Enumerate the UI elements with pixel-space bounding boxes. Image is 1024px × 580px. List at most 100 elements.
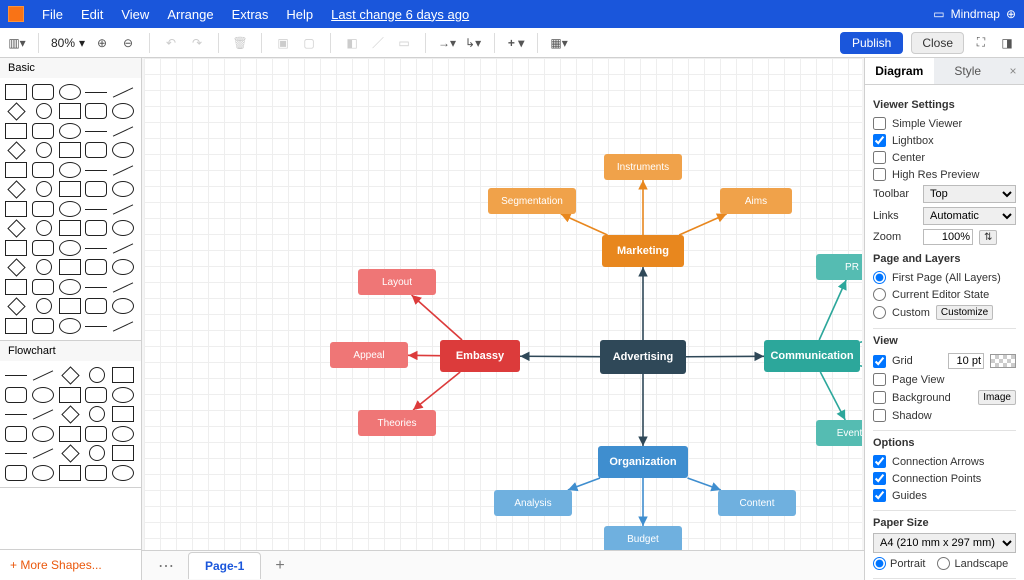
shape-basic-5[interactable] (8, 102, 26, 120)
shape-basic-41[interactable] (32, 240, 54, 256)
current-editor-radio[interactable]: Current Editor State (873, 286, 1016, 303)
shape-flow-15[interactable] (5, 426, 27, 442)
node-budget[interactable]: Budget (604, 526, 682, 550)
publish-button[interactable]: Publish (840, 32, 903, 54)
shape-basic-22[interactable] (59, 162, 81, 178)
shape-basic-32[interactable] (59, 201, 81, 217)
shape-basic-0[interactable] (5, 84, 27, 100)
shape-basic-16[interactable] (36, 142, 52, 158)
shape-basic-17[interactable] (59, 142, 81, 158)
table-icon[interactable]: ▦▾ (550, 34, 568, 52)
fullscreen-icon[interactable]: ⛶ (972, 34, 990, 52)
shape-basic-60[interactable] (5, 318, 27, 334)
shape-basic-36[interactable] (36, 220, 52, 236)
node-appeal[interactable]: Appeal (330, 342, 408, 368)
close-panel-icon[interactable]: × (1002, 58, 1024, 84)
shape-basic-57[interactable] (59, 298, 81, 314)
zoom-stepper[interactable]: ⇅ (979, 230, 997, 245)
shape-basic-7[interactable] (59, 103, 81, 119)
shape-basic-47[interactable] (59, 259, 81, 275)
insert-icon[interactable]: + ▾ (507, 34, 525, 52)
document-name[interactable]: ▭ Mindmap ⊕ (933, 7, 1016, 21)
zoom-in-icon[interactable]: ⊕ (93, 34, 111, 52)
canvas[interactable]: AdvertisingMarketingInstrumentsSegmentat… (144, 58, 862, 550)
shape-basic-63[interactable] (85, 326, 107, 327)
menu-arrange[interactable]: Arrange (167, 7, 213, 22)
shape-basic-55[interactable] (8, 297, 26, 315)
shape-basic-2[interactable] (59, 84, 81, 100)
lightbox-checkbox[interactable]: Lightbox (873, 132, 1016, 149)
zoom-out-icon[interactable]: ⊖ (119, 34, 137, 52)
shape-basic-24[interactable] (112, 162, 134, 178)
node-advertising[interactable]: Advertising (600, 340, 686, 374)
shape-basic-54[interactable] (112, 279, 134, 295)
shape-flow-13[interactable] (89, 406, 105, 422)
shape-flow-11[interactable] (32, 406, 54, 422)
shape-basic-52[interactable] (59, 279, 81, 295)
shape-basic-39[interactable] (112, 220, 134, 236)
palette-basic-header[interactable]: Basic (0, 58, 141, 78)
shape-flow-24[interactable] (112, 445, 134, 461)
shape-basic-14[interactable] (112, 123, 134, 139)
shape-flow-2[interactable] (61, 366, 79, 384)
node-theories[interactable]: Theories (358, 410, 436, 436)
last-change-link[interactable]: Last change 6 days ago (331, 7, 469, 22)
undo-icon[interactable]: ↶ (162, 34, 180, 52)
shape-basic-12[interactable] (59, 123, 81, 139)
shape-flow-0[interactable] (5, 375, 27, 376)
shape-basic-29[interactable] (112, 181, 134, 197)
background-checkbox[interactable]: Background (873, 391, 972, 404)
shape-flow-7[interactable] (59, 387, 81, 403)
shape-basic-15[interactable] (8, 141, 26, 159)
connection-icon[interactable]: →▾ (438, 34, 456, 52)
shape-basic-50[interactable] (5, 279, 27, 295)
shape-flow-17[interactable] (59, 426, 81, 442)
shape-basic-44[interactable] (112, 240, 134, 256)
first-page-radio[interactable]: First Page (All Layers) (873, 269, 1016, 286)
delete-icon[interactable]: 🗑 (231, 34, 249, 52)
node-events[interactable]: Events (816, 420, 862, 446)
menu-view[interactable]: View (121, 7, 149, 22)
shape-basic-45[interactable] (8, 258, 26, 276)
node-content[interactable]: Content (718, 490, 796, 516)
shape-basic-59[interactable] (112, 298, 134, 314)
menu-edit[interactable]: Edit (81, 7, 103, 22)
line-color-icon[interactable]: ／ (369, 34, 387, 52)
center-checkbox[interactable]: Center (873, 149, 1016, 166)
shape-flow-29[interactable] (112, 465, 134, 481)
high-res-checkbox[interactable]: High Res Preview (873, 166, 1016, 183)
shape-flow-1[interactable] (32, 367, 54, 383)
grid-color-swatch[interactable] (990, 354, 1016, 368)
shape-basic-64[interactable] (112, 318, 134, 334)
shape-basic-9[interactable] (112, 103, 134, 119)
menu-file[interactable]: File (42, 7, 63, 22)
simple-viewer-checkbox[interactable]: Simple Viewer (873, 115, 1016, 132)
add-page-button[interactable]: + (267, 557, 292, 575)
shape-flow-9[interactable] (112, 387, 134, 403)
shape-basic-28[interactable] (85, 181, 107, 197)
zoom-input[interactable] (923, 229, 973, 245)
node-instruments[interactable]: Instruments (604, 154, 682, 180)
to-back-icon[interactable]: ▢ (300, 34, 318, 52)
shape-basic-58[interactable] (85, 298, 107, 314)
more-shapes-button[interactable]: + More Shapes... (0, 549, 141, 580)
guides-checkbox[interactable]: Guides (873, 487, 1016, 504)
node-embassy[interactable]: Embassy (440, 340, 520, 372)
shape-basic-19[interactable] (112, 142, 134, 158)
shape-flow-8[interactable] (85, 387, 107, 403)
paper-size-select[interactable]: A4 (210 mm x 297 mm) (873, 533, 1016, 553)
shape-flow-27[interactable] (59, 465, 81, 481)
shape-flow-21[interactable] (32, 445, 54, 461)
shadow-icon[interactable]: ▭ (395, 34, 413, 52)
connection-points-checkbox[interactable]: Connection Points (873, 470, 1016, 487)
shape-flow-4[interactable] (112, 367, 134, 383)
shape-basic-53[interactable] (85, 287, 107, 288)
menu-help[interactable]: Help (286, 7, 313, 22)
shape-flow-26[interactable] (32, 465, 54, 481)
shape-basic-61[interactable] (32, 318, 54, 334)
shape-flow-20[interactable] (5, 453, 27, 454)
shape-basic-48[interactable] (85, 259, 107, 275)
shape-basic-10[interactable] (5, 123, 27, 139)
shape-basic-40[interactable] (5, 240, 27, 256)
zoom-dropdown[interactable]: 80% ▾ (51, 36, 85, 50)
